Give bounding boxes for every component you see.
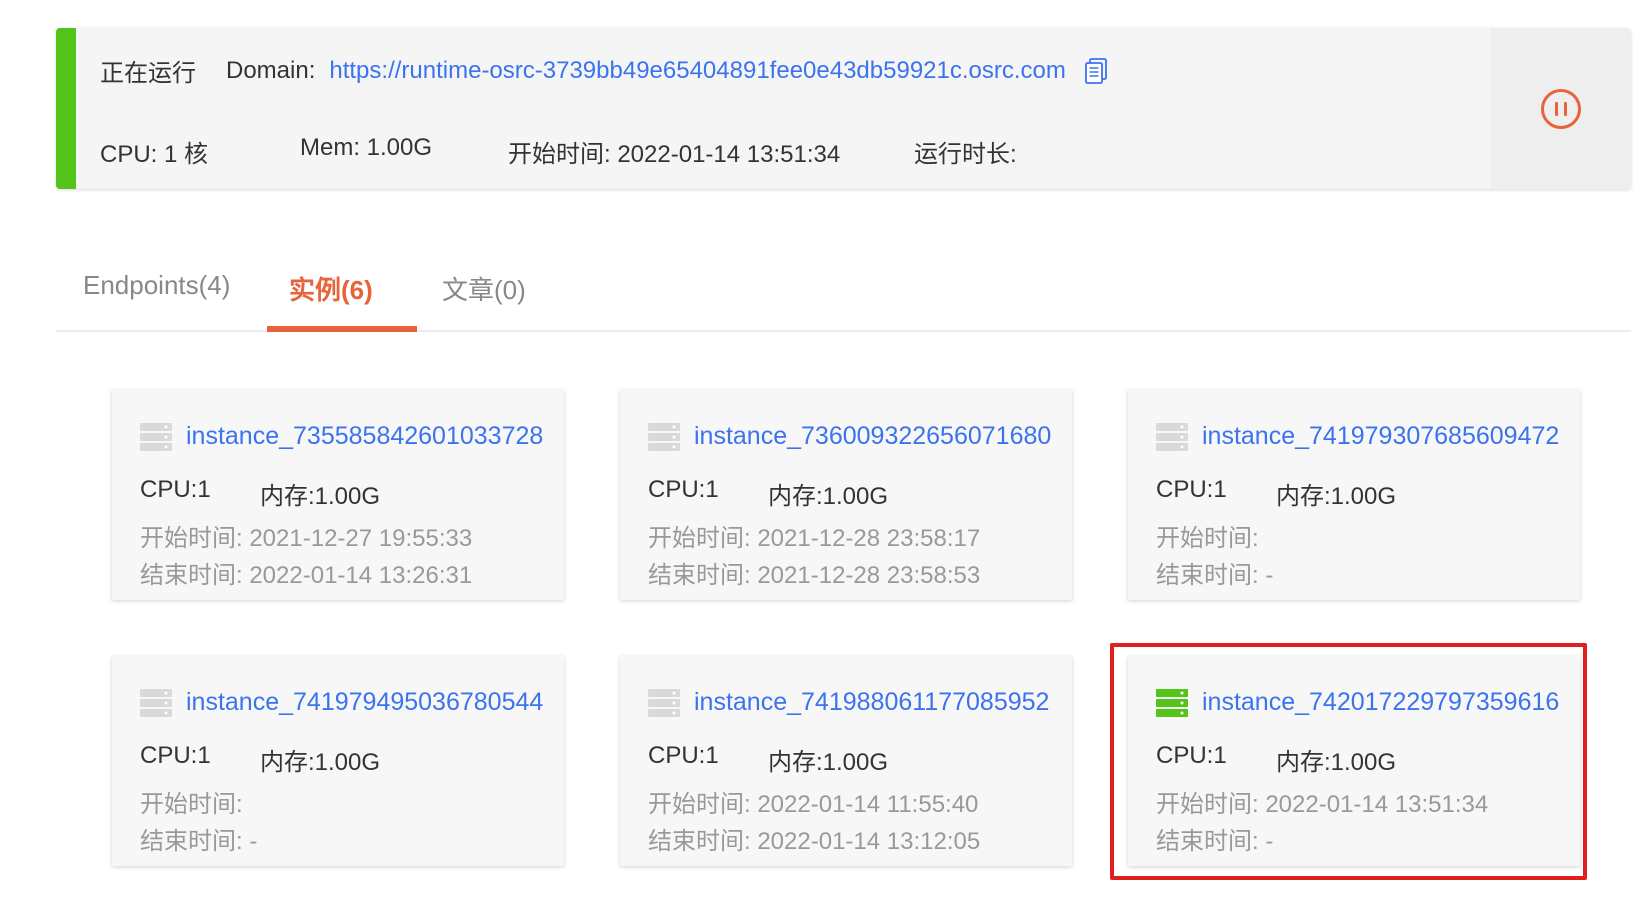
domain-link[interactable]: https://runtime-osrc-3739bb49e65404891fe…	[329, 57, 1066, 85]
active-tab-indicator	[267, 326, 417, 332]
status-state: 正在运行	[100, 60, 196, 87]
running-status-bar	[56, 28, 76, 189]
instance-mem: 内存:1.00G	[260, 749, 381, 776]
server-icon	[140, 688, 172, 717]
runtime-status-panel: 正在运行 Domain: https://runtime-osrc-3739bb…	[56, 28, 1631, 189]
domain-label: Domain:	[226, 56, 316, 84]
instance-mem: 内存:1.00G	[1276, 483, 1397, 510]
status-action-area	[1491, 28, 1631, 189]
instance-mem: 内存:1.00G	[260, 483, 381, 510]
tab-instances[interactable]: 实例(6)	[289, 270, 373, 307]
instance-end-time: 结束时间: -	[140, 828, 258, 855]
cpu-info: CPU: 1 核	[100, 141, 209, 168]
instance-cpu: CPU:1	[1156, 476, 1227, 503]
instance-end-time: 结束时间: 2022-01-14 13:12:05	[648, 828, 981, 855]
server-icon	[648, 688, 680, 717]
instance-mem: 内存:1.00G	[768, 483, 889, 510]
instance-mem: 内存:1.00G	[768, 749, 889, 776]
instance-name-link[interactable]: instance_741979495036780544	[186, 688, 543, 717]
copy-icon[interactable]	[1084, 57, 1108, 84]
instance-name-link[interactable]: instance_741979307685609472	[1202, 422, 1559, 451]
instance-end-time: 结束时间: 2022-01-14 13:26:31	[140, 562, 473, 589]
instance-name-link[interactable]: instance_741988061177085952	[694, 688, 1049, 717]
tab-articles[interactable]: 文章(0)	[442, 270, 526, 307]
status-row-domain: 正在运行 Domain: https://runtime-osrc-3739bb…	[100, 53, 1108, 88]
instance-cpu: CPU:1	[648, 476, 719, 503]
instance-card[interactable]: instance_735585842601033728 CPU:1 内存:1.0…	[112, 390, 564, 600]
server-icon	[1156, 422, 1188, 451]
mem-info: Mem: 1.00G	[300, 134, 433, 161]
start-time-info: 开始时间: 2022-01-14 13:51:34	[508, 141, 841, 168]
instance-cpu: CPU:1	[648, 742, 719, 769]
instance-start-time: 开始时间:	[140, 791, 243, 818]
instance-start-time: 开始时间: 2021-12-28 23:58:17	[648, 525, 981, 552]
pause-button[interactable]	[1541, 88, 1581, 129]
instance-cpu: CPU:1	[140, 742, 211, 769]
instance-end-time: 结束时间: -	[1156, 562, 1274, 589]
server-icon	[648, 422, 680, 451]
instance-start-time: 开始时间: 2021-12-27 19:55:33	[140, 525, 473, 552]
instance-name-link[interactable]: instance_735585842601033728	[186, 422, 543, 451]
instance-card[interactable]: instance_736009322656071680 CPU:1 内存:1.0…	[620, 390, 1072, 600]
instance-card[interactable]: instance_741979307685609472 CPU:1 内存:1.0…	[1128, 390, 1580, 600]
pause-icon	[1555, 101, 1558, 116]
tab-bar: Endpoints(4) 实例(6) 文章(0)	[56, 250, 1631, 332]
instance-card[interactable]: instance_741979495036780544 CPU:1 内存:1.0…	[112, 656, 564, 866]
instance-end-time: 结束时间: 2021-12-28 23:58:53	[648, 562, 981, 589]
instance-name-link[interactable]: instance_736009322656071680	[694, 422, 1051, 451]
runtime-duration-info: 运行时长:	[914, 141, 1017, 168]
instance-start-time: 开始时间:	[1156, 525, 1259, 552]
tab-endpoints[interactable]: Endpoints(4)	[83, 270, 230, 301]
instance-cpu: CPU:1	[140, 476, 211, 503]
instance-start-time: 开始时间: 2022-01-14 11:55:40	[648, 791, 979, 818]
highlight-annotation-box	[1110, 643, 1587, 880]
instance-card[interactable]: instance_741988061177085952 CPU:1 内存:1.0…	[620, 656, 1072, 866]
server-icon	[140, 422, 172, 451]
